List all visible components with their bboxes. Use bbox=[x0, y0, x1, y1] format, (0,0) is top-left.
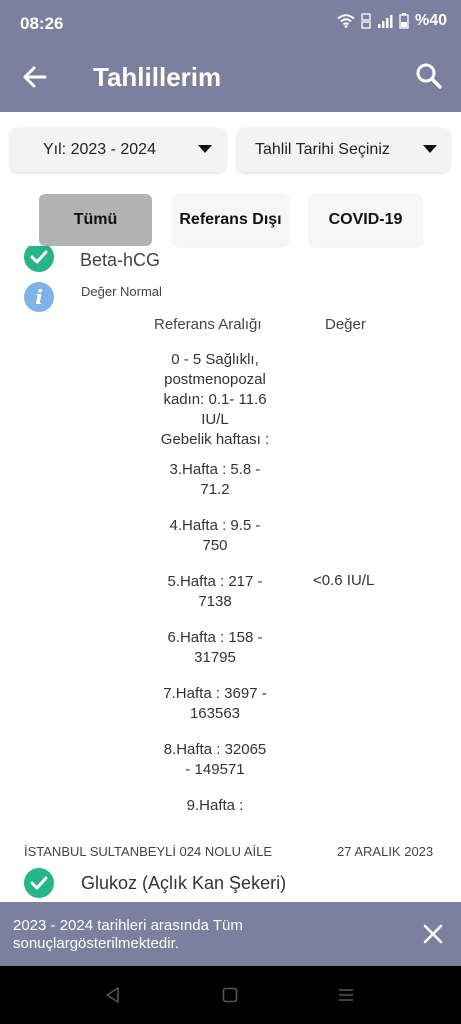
reference-line: - 149571 bbox=[185, 761, 245, 778]
reference-line: 3.Hafta : 5.8 - bbox=[169, 461, 261, 478]
reference-week-3: 3.Hafta : 5.8 - 71.2 bbox=[140, 460, 290, 500]
value-column-header: Değer bbox=[325, 316, 366, 333]
reference-line: 5.Hafta : 217 - bbox=[167, 573, 263, 590]
app-bar: Tahlillerim bbox=[0, 42, 461, 112]
reference-line: postmenopozal bbox=[164, 371, 266, 388]
reference-line: 9.Hafta : bbox=[186, 797, 244, 814]
tab-covid19-label: COVID-19 bbox=[328, 211, 403, 228]
search-button[interactable] bbox=[413, 60, 445, 92]
reference-line: 7.Hafta : 3697 - bbox=[163, 685, 267, 702]
tab-out-of-reference[interactable]: Referans Dışı bbox=[172, 194, 289, 246]
result-value: <0.6 IU/L bbox=[313, 572, 375, 589]
caret-down-icon bbox=[198, 145, 212, 153]
reference-line: 163563 bbox=[189, 705, 241, 722]
reference-line: 750 bbox=[202, 537, 228, 554]
reference-line: 31795 bbox=[194, 649, 236, 666]
status-bar: 08:26 %40 bbox=[0, 0, 461, 42]
reference-week-8: 8.Hafta : 32065 - 149571 bbox=[140, 740, 290, 780]
nav-recents-button[interactable] bbox=[337, 986, 355, 1004]
close-icon bbox=[423, 924, 443, 944]
date-dropdown-label: Tahlil Tarihi Seçiniz bbox=[255, 141, 390, 158]
caret-down-icon bbox=[423, 145, 437, 153]
reference-line: kadın: 0.1- 11.6 bbox=[163, 391, 267, 408]
status-icons: %40 bbox=[337, 12, 447, 30]
info-icon: i bbox=[24, 282, 54, 312]
reference-line: 4.Hafta : 9.5 - bbox=[169, 517, 261, 534]
result-date: 27 ARALIK 2023 bbox=[337, 844, 434, 859]
arrow-left-icon bbox=[23, 66, 47, 88]
value-status: Değer Normal bbox=[81, 284, 162, 299]
back-triangle-icon bbox=[106, 987, 119, 1003]
reference-range-intro: 0 - 5 Sağlıklı, postmenopozal kadın: 0.1… bbox=[140, 350, 290, 450]
system-nav-bar bbox=[0, 966, 461, 1024]
check-circle-icon bbox=[24, 868, 54, 898]
volte-icon bbox=[361, 13, 371, 29]
year-dropdown[interactable]: Yıl: 2023 - 2024 bbox=[10, 128, 226, 172]
back-button[interactable] bbox=[18, 60, 52, 94]
results-list[interactable]: Beta-hCG i Değer Normal Referans Aralığı… bbox=[0, 246, 461, 902]
reference-line: Gebelik haftası : bbox=[160, 431, 270, 448]
year-dropdown-label: Yıl: 2023 - 2024 bbox=[43, 141, 156, 158]
reference-column-header: Referans Aralığı bbox=[154, 316, 262, 333]
reference-week-4: 4.Hafta : 9.5 - 750 bbox=[140, 516, 290, 556]
test-name[interactable]: Glukoz (Açlık Kan Şekeri) bbox=[81, 873, 286, 894]
tab-out-of-reference-label: Referans Dışı bbox=[179, 211, 282, 228]
search-icon bbox=[416, 63, 442, 89]
reference-week-7: 7.Hafta : 3697 - 163563 bbox=[140, 684, 290, 724]
tab-all[interactable]: Tümü bbox=[39, 194, 152, 246]
reference-week-9: 9.Hafta : bbox=[140, 796, 290, 816]
reference-line: IU/L bbox=[201, 411, 229, 428]
nav-back-button[interactable] bbox=[104, 986, 122, 1004]
test-name: Beta-hCG bbox=[80, 250, 161, 270]
reference-week-5: 5.Hafta : 217 - 7138 bbox=[140, 572, 290, 612]
reference-line: 7138 bbox=[198, 593, 232, 610]
snackbar-close-button[interactable] bbox=[423, 924, 443, 944]
tab-all-label: Tümü bbox=[73, 211, 118, 228]
battery-icon bbox=[399, 13, 409, 29]
home-square-icon bbox=[222, 987, 238, 1003]
reference-line: 71.2 bbox=[200, 481, 230, 498]
reference-line: 0 - 5 Sağlıklı, bbox=[171, 351, 259, 368]
snackbar-message: 2023 - 2024 tarihleri arasında Tüm sonuç… bbox=[13, 917, 243, 952]
page-title: Tahlillerim bbox=[93, 62, 222, 92]
tab-covid19[interactable]: COVID-19 bbox=[309, 194, 422, 246]
wifi-icon bbox=[337, 14, 355, 28]
status-time: 08:26 bbox=[20, 14, 64, 33]
reference-line: 6.Hafta : 158 - bbox=[167, 629, 263, 646]
check-circle-icon bbox=[24, 246, 54, 272]
recents-menu-icon bbox=[339, 989, 353, 1001]
signal-icon bbox=[377, 15, 393, 28]
date-dropdown[interactable]: Tahlil Tarihi Seçiniz bbox=[237, 128, 450, 172]
reference-line: 8.Hafta : 32065 bbox=[163, 741, 267, 758]
battery-percent: %40 bbox=[414, 12, 447, 29]
reference-week-6: 6.Hafta : 158 - 31795 bbox=[140, 628, 290, 668]
lab-name: İSTANBUL SULTANBEYLİ 024 NOLU AİLE bbox=[24, 844, 273, 859]
snackbar: 2023 - 2024 tarihleri arasında Tüm sonuç… bbox=[0, 902, 461, 966]
nav-home-button[interactable] bbox=[221, 986, 239, 1004]
